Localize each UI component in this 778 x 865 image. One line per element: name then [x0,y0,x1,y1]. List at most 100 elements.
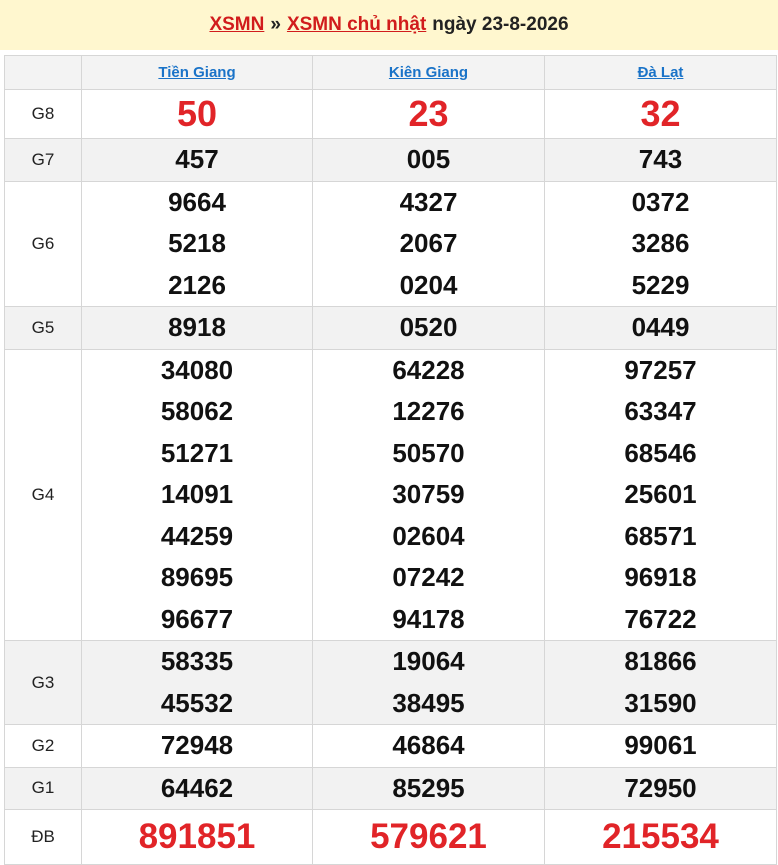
page-header: XSMN » XSMN chủ nhật ngày 23-8-2026 [0,0,778,50]
province-link-tien-giang[interactable]: Tiền Giang [158,64,235,81]
winning-number: 0520 [399,312,458,342]
winning-number: 34080 [160,354,234,385]
corner-cell [4,55,82,90]
winning-number: 96918 [624,562,697,592]
prize-cell-tien-giang: 72948 [81,724,313,768]
prize-label: G2 [4,724,82,768]
winning-number: 63347 [624,396,697,426]
prize-cell-da-lat: 0372 3286 5229 [544,180,777,307]
winning-number: 76722 [624,603,697,634]
prize-label: ĐB [4,809,82,865]
xsmn-sunday-link[interactable]: XSMN chủ nhật [287,14,426,36]
winning-number: 85295 [392,772,465,803]
prize-row-g5: G5 8918 0520 0449 [4,306,777,350]
prize-row-g6: G6 9664 5218 2126 4327 2067 0204 0372 3286 5229 [4,180,777,307]
prize-cell-kien-giang: 19064 38495 [312,640,545,725]
prize-cell-da-lat: 215534 [544,809,777,865]
winning-number: 31590 [624,687,697,718]
winning-number: 32 [640,93,681,134]
winning-number: 9664 [168,186,226,217]
winning-number: 8918 [168,312,226,342]
prize-cell-tien-giang: 34080 58062 51271 14091 44259 89695 96677 [81,348,313,641]
winning-number: 005 [406,144,451,174]
prize-cell-da-lat: 97257 63347 68546 25601 68571 96918 76722 [544,348,777,641]
winning-number: 64462 [160,772,234,803]
prize-cell-tien-giang: 9664 5218 2126 [81,180,313,307]
province-link-kien-giang[interactable]: Kiên Giang [389,64,468,81]
results-table: Tiền Giang Kiên Giang Đà Lạt G8 50 23 32 G7 4… [4,55,777,865]
prize-cell-tien-giang: 50 [81,89,313,139]
prize-row-đb: ĐB 891851 579621 215534 [4,809,777,865]
winning-number: 97257 [624,354,697,385]
winning-number: 81866 [624,646,697,676]
prize-label: G1 [4,766,82,810]
winning-number: 72950 [624,772,697,803]
province-link-da-lat[interactable]: Đà Lạt [638,64,684,81]
winning-number: 19064 [392,646,465,676]
prize-row-g2: G2 72948 46864 99061 [4,724,777,768]
prize-cell-tien-giang: 457 [81,138,313,182]
winning-number: 96677 [160,603,234,634]
winning-number: 2067 [399,228,458,258]
winning-number: 46864 [392,730,465,760]
prize-cell-kien-giang: 85295 [312,766,545,810]
prize-label: G6 [4,180,82,307]
winning-number: 0204 [399,269,458,300]
winning-number: 25601 [624,479,697,509]
winning-number: 44259 [160,520,234,551]
prize-cell-da-lat: 743 [544,138,777,182]
breadcrumb-separator: » [270,14,281,35]
winning-number: 72948 [160,730,234,760]
winning-number: 38495 [392,687,465,718]
prize-cell-kien-giang: 0520 [312,306,545,350]
winning-number: 891851 [138,817,256,856]
winning-number: 743 [638,144,683,174]
prize-row-g7: G7 457 005 743 [4,138,777,182]
winning-number: 12276 [392,396,465,426]
winning-number: 5229 [631,269,690,300]
province-header: Đà Lạt [544,55,777,90]
winning-number: 0372 [631,186,690,217]
prize-label: G5 [4,306,82,350]
winning-number: 89695 [160,562,234,592]
winning-number: 215534 [602,817,719,856]
winning-number: 5218 [168,228,226,258]
prize-cell-tien-giang: 58335 45532 [81,640,313,725]
prize-cell-da-lat: 72950 [544,766,777,810]
prize-cell-kien-giang: 005 [312,138,545,182]
prize-cell-da-lat: 0449 [544,306,777,350]
prize-cell-kien-giang: 64228 12276 50570 30759 02604 07242 94178 [312,348,545,641]
winning-number: 30759 [392,479,465,509]
winning-number: 58062 [160,396,234,426]
prize-label: G4 [4,348,82,641]
prize-row-g8: G8 50 23 32 [4,89,777,139]
winning-number: 45532 [160,687,234,718]
winning-number: 64228 [392,354,465,385]
winning-number: 07242 [392,562,465,592]
xsmn-link[interactable]: XSMN [209,14,264,36]
prize-row-g3: G3 58335 45532 19064 38495 81866 31590 [4,640,777,725]
winning-number: 3286 [631,228,690,258]
winning-number: 68546 [624,437,697,468]
province-header-row: Tiền Giang Kiên Giang Đà Lạt [4,55,777,90]
prize-label: G8 [4,89,82,139]
prize-cell-da-lat: 81866 31590 [544,640,777,725]
prize-cell-da-lat: 32 [544,89,777,139]
draw-date: ngày 23-8-2026 [432,14,569,35]
prize-cell-kien-giang: 46864 [312,724,545,768]
prize-cell-da-lat: 99061 [544,724,777,768]
winning-number: 51271 [160,437,234,468]
winning-number: 579621 [370,817,487,856]
prize-cell-tien-giang: 64462 [81,766,313,810]
winning-number: 4327 [399,186,458,217]
winning-number: 14091 [160,479,234,509]
province-header: Kiên Giang [312,55,545,90]
prize-cell-kien-giang: 4327 2067 0204 [312,180,545,307]
winning-number: 50570 [392,437,465,468]
winning-number: 2126 [168,269,226,300]
prize-label: G3 [4,640,82,725]
prize-cell-kien-giang: 23 [312,89,545,139]
province-header: Tiền Giang [81,55,313,90]
prize-row-g4: G4 34080 58062 51271 14091 44259 89695 96677 642… [4,348,777,641]
prize-cell-tien-giang: 8918 [81,306,313,350]
